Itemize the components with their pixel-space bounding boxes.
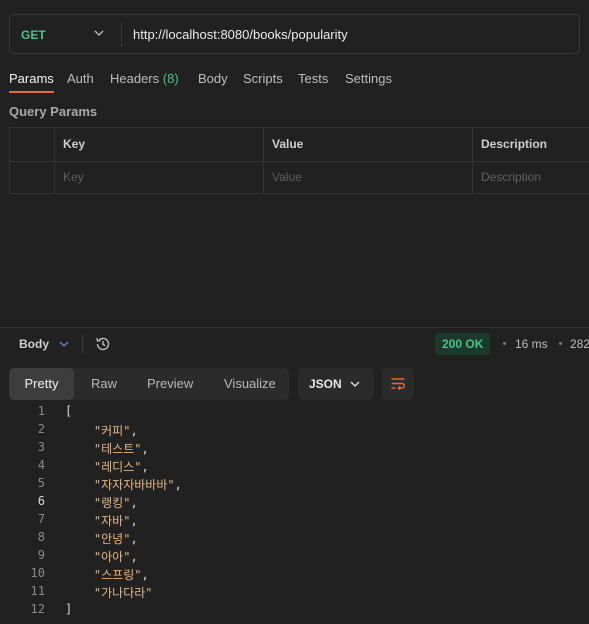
tab-headers[interactable]: Headers (8) bbox=[110, 71, 179, 86]
url-input[interactable]: http://localhost:8080/books/popularity bbox=[133, 27, 348, 42]
tab-params[interactable]: Params bbox=[9, 71, 54, 93]
format-select[interactable]: JSON bbox=[298, 368, 374, 400]
code-text: "자바", bbox=[93, 514, 138, 528]
code-line: 5 "자자자바바바", bbox=[0, 476, 589, 494]
tab-auth[interactable]: Auth bbox=[67, 71, 94, 86]
method-select[interactable]: GET bbox=[21, 28, 46, 42]
response-body-label[interactable]: Body bbox=[19, 337, 49, 351]
header-key: Key bbox=[63, 137, 86, 151]
headers-count: (8) bbox=[162, 71, 179, 86]
line-number: 6 bbox=[37, 494, 45, 508]
header-description: Description bbox=[481, 137, 548, 151]
divider bbox=[82, 334, 83, 354]
response-view-tabs: Pretty Raw Preview Visualize bbox=[9, 368, 289, 400]
status-badge[interactable]: 200 OK bbox=[435, 333, 491, 355]
chevron-down-icon[interactable] bbox=[92, 26, 106, 40]
chevron-down-icon bbox=[350, 381, 360, 387]
key-input[interactable]: Key bbox=[63, 170, 84, 184]
line-number: 4 bbox=[37, 458, 45, 472]
code-line: 7 "자바", bbox=[0, 512, 589, 530]
code-line: 2 "커피", bbox=[0, 422, 589, 440]
code-line: 6 "랭킹", bbox=[0, 494, 589, 512]
history-icon[interactable] bbox=[94, 335, 112, 353]
code-text: "스프링", bbox=[93, 568, 149, 582]
query-params-table: Key Value Description Key Value Descript… bbox=[9, 127, 589, 194]
tab-body[interactable]: Body bbox=[198, 71, 228, 86]
line-number: 10 bbox=[30, 566, 45, 580]
code-line: 9 "아아", bbox=[0, 548, 589, 566]
line-number: 2 bbox=[37, 422, 45, 436]
value-input[interactable]: Value bbox=[272, 170, 302, 184]
request-url-bar: GET http://localhost:8080/books/populari… bbox=[9, 14, 580, 54]
code-text: [ bbox=[65, 404, 73, 418]
code-line: 11 "가나다라" bbox=[0, 584, 589, 602]
chevron-down-icon[interactable] bbox=[57, 337, 71, 351]
separator-dot bbox=[559, 342, 562, 345]
code-text: "커피", bbox=[93, 424, 138, 438]
response-size[interactable]: 282 bbox=[570, 337, 589, 351]
tab-headers-label: Headers bbox=[110, 71, 160, 86]
tab-tests[interactable]: Tests bbox=[298, 71, 328, 86]
code-line: 10 "스프링", bbox=[0, 566, 589, 584]
tab-raw[interactable]: Raw bbox=[91, 376, 117, 391]
code-line: 4 "레디스", bbox=[0, 458, 589, 476]
tab-pretty[interactable]: Pretty bbox=[9, 368, 74, 400]
description-input[interactable]: Description bbox=[481, 170, 541, 184]
tab-scripts[interactable]: Scripts bbox=[243, 71, 283, 86]
line-number: 7 bbox=[37, 512, 45, 526]
code-text: "안녕", bbox=[93, 532, 138, 546]
query-params-title: Query Params bbox=[9, 104, 98, 119]
wrap-lines-button[interactable] bbox=[382, 368, 414, 400]
wrap-lines-icon bbox=[391, 378, 405, 391]
line-number: 1 bbox=[37, 404, 45, 418]
line-number: 5 bbox=[37, 476, 45, 490]
tab-settings[interactable]: Settings bbox=[345, 71, 392, 86]
code-line: 12] bbox=[0, 602, 589, 620]
header-value: Value bbox=[272, 137, 304, 151]
table-row: Key Value Description bbox=[10, 161, 589, 194]
line-number: 3 bbox=[37, 440, 45, 454]
code-text: "아아", bbox=[93, 550, 138, 564]
code-text: ] bbox=[65, 602, 73, 616]
tab-preview[interactable]: Preview bbox=[147, 376, 193, 391]
code-text: "자자자바바바", bbox=[93, 478, 182, 492]
separator-dot bbox=[503, 342, 506, 345]
code-text: "레디스", bbox=[93, 460, 149, 474]
code-line: 8 "안녕", bbox=[0, 530, 589, 548]
tab-visualize[interactable]: Visualize bbox=[224, 376, 276, 391]
line-number: 11 bbox=[30, 584, 45, 598]
format-label: JSON bbox=[309, 377, 342, 391]
code-line: 3 "테스트", bbox=[0, 440, 589, 458]
divider bbox=[0, 327, 589, 328]
code-line: 1[ bbox=[0, 404, 589, 422]
response-time[interactable]: 16 ms bbox=[515, 337, 548, 351]
code-text: "랭킹", bbox=[93, 496, 138, 510]
line-number: 12 bbox=[30, 602, 45, 616]
table-header-row: Key Value Description bbox=[10, 128, 589, 162]
line-number: 9 bbox=[37, 548, 45, 562]
code-text: "가나다라" bbox=[93, 586, 153, 600]
line-number: 8 bbox=[37, 530, 45, 544]
code-text: "테스트", bbox=[93, 442, 149, 456]
divider bbox=[121, 22, 122, 47]
